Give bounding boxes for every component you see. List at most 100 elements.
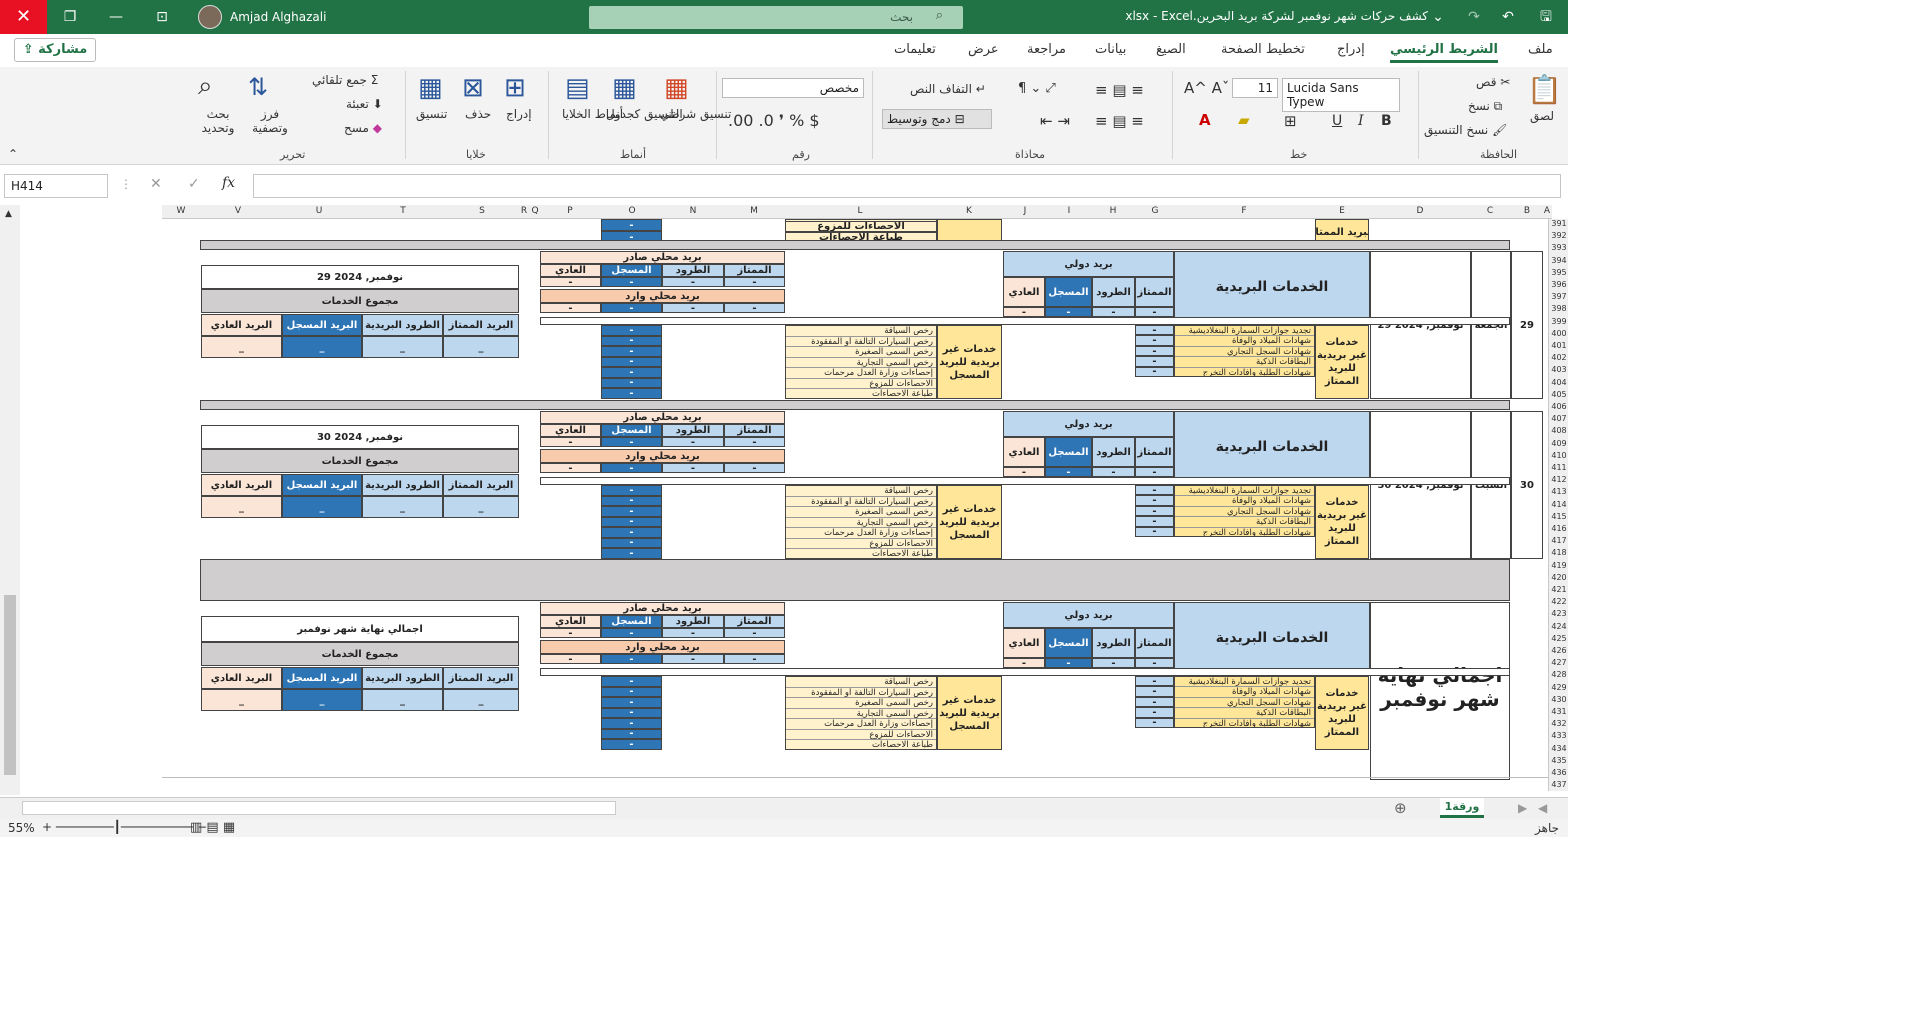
row-header[interactable]: 404 [1549,378,1569,388]
column-header[interactable]: E [1332,206,1352,216]
sum-col-premium[interactable]: البريد الممتاز [443,667,519,689]
local-in-registered[interactable]: - [601,654,662,664]
postal-services-header[interactable]: الخدمات البريدية [1174,411,1370,483]
column-header[interactable]: H [1103,206,1123,216]
registered-service-dash[interactable]: - [601,516,662,527]
service-item[interactable]: طباعة الاحصاءات [786,549,936,558]
row-header[interactable]: 425 [1549,634,1569,644]
registered-service-dash[interactable]: - [601,356,662,367]
service-item[interactable]: رخص السمى التجارية [786,518,936,528]
service-item[interactable]: شهادات الطلبة وافادات التخرج [1175,528,1314,536]
row-header[interactable]: 426 [1549,646,1569,656]
column-header[interactable]: J [1015,206,1035,216]
row-header[interactable]: 406 [1549,402,1569,412]
save-icon[interactable]: 🖫 [1528,0,1564,34]
search-box[interactable]: بحث ⌕ [589,6,963,29]
service-item[interactable]: رخص السياقة [786,486,936,497]
intl-ordinary-value[interactable]: - [1003,307,1045,317]
row-header[interactable]: 402 [1549,353,1569,363]
customize-toolbar-icon[interactable]: ⌄ [1420,0,1456,34]
zoom-level[interactable]: 55% [8,821,35,835]
sum-parcels-value[interactable]: _ [362,689,443,711]
find-select-button[interactable]: بحث وتحديد [198,107,238,135]
premium-service-dash[interactable]: - [1135,717,1174,728]
intl-premium-value[interactable]: - [1135,307,1174,317]
col-premium[interactable]: الممتاز [724,615,785,628]
sum-registered-value[interactable]: _ [282,496,362,518]
horizontal-scrollbar[interactable] [22,801,616,815]
service-item[interactable]: تجديد جوازات السمارة البنغلاديشية [1175,486,1314,497]
service-item[interactable]: البطاقات الذكية [1175,357,1314,368]
summary-date[interactable]: 30 نوفمبر, 2024 [201,425,519,449]
date-cell[interactable]: 29 نوفمبر, 2024 [1370,251,1471,399]
registered-service-dash[interactable]: - [601,346,662,357]
number-format-icons[interactable]: .00 .0 ❜ % $ [728,111,820,130]
sum-ordinary-value[interactable]: _ [201,336,282,358]
registered-service-dash[interactable]: - [601,728,662,739]
tab-help[interactable]: تعليمات [894,42,936,57]
registered-service-dash[interactable]: - [601,686,662,697]
service-item[interactable]: شهادات الميلاد والوفاة [1175,496,1314,507]
sum-col-parcels[interactable]: الطرود البريدية [362,474,443,496]
column-header[interactable]: L [850,206,870,216]
local-in-premium[interactable]: - [724,463,785,473]
sum-premium-value[interactable]: _ [443,689,519,711]
insert-cells-button[interactable]: إدراج [506,107,532,121]
premium-service-dash[interactable]: - [1135,505,1174,517]
row-header[interactable]: 392 [1549,231,1569,241]
service-item[interactable]: إحصاءات وزارة العدل مرحمات [786,528,936,539]
local-in-ordinary[interactable]: - [540,463,601,473]
separator-bar[interactable] [200,400,1510,410]
local-in-registered[interactable]: - [601,463,662,473]
column-header[interactable]: A [1537,206,1557,216]
services-total-header[interactable]: مجموع الخدمات [201,642,519,666]
service-item[interactable]: شهادات السجل التجاري [1175,507,1314,518]
local-out-header[interactable]: بريد محلي صادر [540,602,785,615]
row-header[interactable]: 407 [1549,414,1569,424]
intl-premium-value[interactable]: - [1135,467,1174,477]
sum-col-ordinary[interactable]: البريد العادي [201,314,282,336]
sum-col-registered[interactable]: البريد المسجل [282,314,362,336]
premium-service-dash[interactable]: - [1135,686,1174,697]
column-header[interactable]: K [959,206,979,216]
spacer-row[interactable] [540,477,1510,485]
sum-col-ordinary[interactable]: البريد العادي [201,667,282,689]
intl-ordinary-value[interactable]: - [1003,658,1045,668]
registered-service-dash[interactable]: - [601,739,662,750]
local-in-ordinary[interactable]: - [540,654,601,664]
row-header[interactable]: 433 [1549,731,1569,741]
premium-service-dash[interactable]: - [1135,356,1174,367]
row-header[interactable]: 435 [1549,756,1569,766]
service-item[interactable]: رخص السمى الصغيرة [786,698,936,709]
intl-premium-value[interactable]: - [1135,658,1174,668]
formula-bar-more-icon[interactable]: ⋮ [120,177,132,191]
service-item[interactable]: رخص السمى التجارية [786,358,936,368]
col-ordinary[interactable]: العادي [540,615,601,628]
sum-col-parcels[interactable]: الطرود البريدية [362,667,443,689]
column-header[interactable]: G [1145,206,1165,216]
sum-ordinary-value[interactable]: _ [201,496,282,518]
align-top-icon[interactable]: ≡ ▤ ≡ [1095,81,1144,99]
registered-service-dash[interactable]: - [601,697,662,708]
services-total-header[interactable]: مجموع الخدمات [201,289,519,313]
column-header[interactable]: D [1410,206,1430,216]
separator-bar[interactable] [200,559,1510,601]
sort-filter-button[interactable]: فرز وتصفية [250,107,290,135]
premium-service-dash[interactable]: - [1135,485,1174,496]
col-registered[interactable]: المسجل [601,424,662,437]
col-ordinary[interactable]: العادي [1003,628,1045,658]
intl-parcels-value[interactable]: - [1092,307,1135,317]
separator-bar[interactable] [200,240,1510,250]
col-registered[interactable]: المسجل [1045,277,1092,307]
col-premium[interactable]: الممتاز [724,424,785,437]
row-header[interactable]: 430 [1549,695,1569,705]
row-header[interactable]: 408 [1549,426,1569,436]
tab-view[interactable]: عرض [968,42,999,57]
column-header[interactable]: U [309,206,329,216]
registered-service-dash[interactable]: - [601,377,662,388]
registered-service-dash[interactable]: - [601,506,662,517]
service-item[interactable]: رخص السياقة [786,677,936,688]
sum-premium-value[interactable]: _ [443,496,519,518]
row-header[interactable]: 391 [1549,219,1569,229]
premium-service-dash[interactable]: - [1135,495,1174,506]
